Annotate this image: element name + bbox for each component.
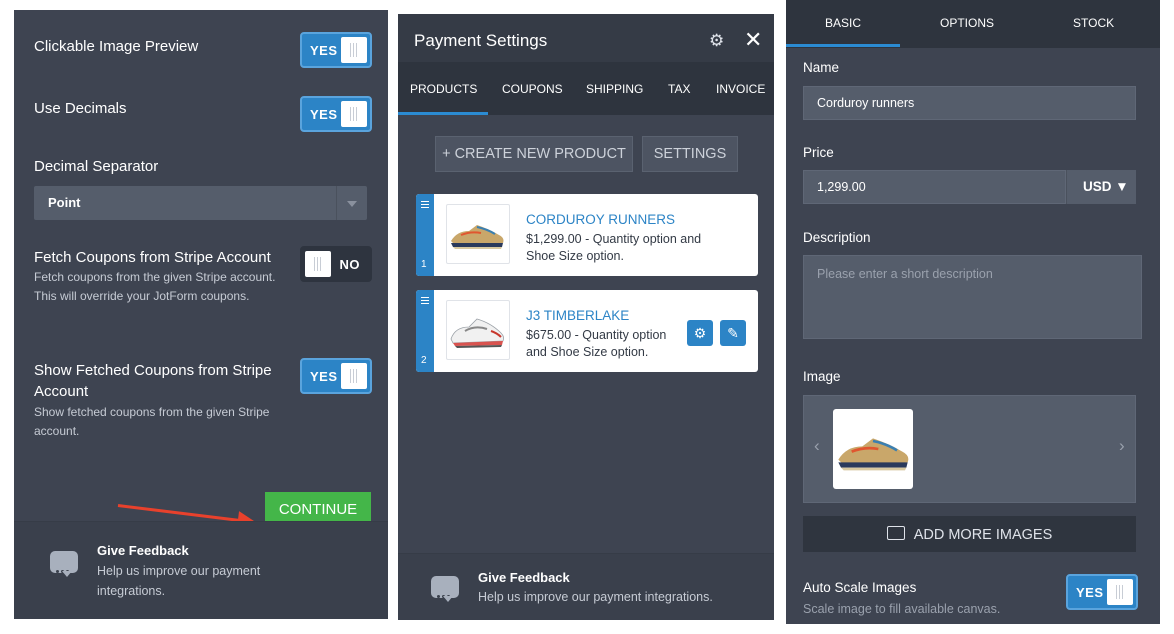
- decimal-separator-select[interactable]: Point: [34, 186, 367, 220]
- price-label: Price: [803, 145, 834, 160]
- feedback-text: Help us improve our payment integrations…: [478, 590, 713, 604]
- product-description: $1,299.00 - Quantity option and Shoe Siz…: [526, 232, 702, 263]
- chevron-right-icon[interactable]: ›: [1119, 436, 1125, 456]
- active-tab-indicator: [398, 112, 488, 115]
- show-fetched-coupons-label: Show Fetched Coupons from Stripe Account: [34, 362, 272, 400]
- description-label: Description: [803, 230, 871, 245]
- toggle-knob: [341, 37, 367, 63]
- chevron-left-icon[interactable]: ‹: [814, 436, 820, 456]
- add-more-images-label: ADD MORE IMAGES: [913, 526, 1053, 543]
- toggle-state-text: YES: [310, 107, 338, 122]
- product-name[interactable]: CORDUROY RUNNERS: [526, 212, 675, 227]
- product-thumbnail: [446, 300, 510, 360]
- auto-scale-toggle[interactable]: YES: [1066, 574, 1138, 610]
- panel-header: Payment Settings ⚙ ✕: [398, 14, 774, 62]
- description-textarea[interactable]: Please enter a short description: [803, 255, 1142, 339]
- drag-handle[interactable]: 1: [416, 194, 434, 276]
- feedback-text: Help us improve our payment integrations…: [97, 564, 261, 598]
- feedback-section[interactable]: Give Feedback Help us improve our paymen…: [14, 521, 388, 619]
- clickable-image-preview-toggle[interactable]: YES: [300, 32, 372, 68]
- tab-coupons[interactable]: COUPONS: [502, 82, 563, 96]
- sneaker-image: [451, 225, 504, 249]
- tab-options[interactable]: OPTIONS: [940, 16, 994, 30]
- annotation-arrow: [117, 504, 240, 522]
- sneaker-image: [450, 318, 505, 348]
- active-tab-indicator: [786, 44, 900, 47]
- drag-handle-icon: [421, 201, 429, 210]
- chevron-down-icon: [336, 186, 367, 220]
- tab-basic[interactable]: BASIC: [825, 16, 861, 30]
- products-panel: Payment Settings ⚙ ✕ PRODUCTS COUPONS SH…: [398, 14, 774, 620]
- feedback-section[interactable]: Give Feedback Help us improve our paymen…: [398, 553, 774, 620]
- tab-products[interactable]: PRODUCTS: [410, 82, 477, 96]
- product-card[interactable]: 2 J3 TIMBERLAKE $675.00 - Quantity optio…: [416, 290, 758, 372]
- toggle-state-text: YES: [1076, 585, 1104, 600]
- settings-button[interactable]: SETTINGS: [642, 136, 738, 172]
- price-input[interactable]: [803, 170, 1066, 204]
- gear-icon[interactable]: ⚙: [709, 31, 724, 51]
- decimal-separator-value: Point: [48, 195, 81, 210]
- tab-stock[interactable]: STOCK: [1073, 16, 1114, 30]
- currency-select[interactable]: USD ▼: [1066, 170, 1136, 204]
- add-more-images-button[interactable]: ADD MORE IMAGES: [803, 516, 1136, 552]
- show-fetched-coupons-toggle[interactable]: YES: [300, 358, 372, 394]
- feedback-title: Give Feedback: [97, 543, 189, 558]
- editor-tab-bar: BASIC OPTIONS STOCK: [786, 0, 1160, 48]
- tab-invoice[interactable]: INVOICE: [716, 82, 765, 96]
- product-editor-panel: BASIC OPTIONS STOCK Name Price USD ▼ Des…: [786, 0, 1160, 624]
- tab-shipping[interactable]: SHIPPING: [586, 82, 643, 96]
- image-carousel: ‹ ›: [803, 395, 1136, 503]
- fetch-coupons-toggle[interactable]: NO: [300, 246, 372, 282]
- auto-scale-description: Scale image to fill available canvas.: [803, 602, 1001, 616]
- use-decimals-label: Use Decimals: [34, 100, 127, 117]
- auto-scale-label: Auto Scale Images: [803, 580, 917, 595]
- toggle-knob: [341, 363, 367, 389]
- product-image-tile[interactable]: [833, 409, 913, 489]
- use-decimals-toggle[interactable]: YES: [300, 96, 372, 132]
- drag-handle[interactable]: 2: [416, 290, 434, 372]
- toggle-state-text: YES: [310, 369, 338, 384]
- product-settings-gear-icon[interactable]: ⚙: [687, 320, 713, 346]
- toggle-state-text: NO: [339, 257, 360, 272]
- product-index: 2: [421, 355, 427, 366]
- product-name[interactable]: J3 TIMBERLAKE: [526, 308, 629, 323]
- toggle-knob: [305, 251, 331, 277]
- name-label: Name: [803, 60, 840, 75]
- panel-title: Payment Settings: [414, 31, 548, 50]
- fetch-coupons-description: Fetch coupons from the given Stripe acco…: [34, 270, 276, 303]
- clickable-image-preview-label: Clickable Image Preview: [34, 38, 199, 55]
- chat-bubble-icon: [431, 576, 459, 602]
- name-input[interactable]: [803, 86, 1136, 120]
- chat-bubble-icon: [50, 551, 78, 577]
- product-index: 1: [421, 259, 427, 270]
- image-label: Image: [803, 369, 841, 384]
- product-card[interactable]: 1 CORDUROY RUNNERS $1,299.00 - Quantity …: [416, 194, 758, 276]
- fetch-coupons-label: Fetch Coupons from Stripe Account: [34, 249, 271, 266]
- toggle-knob: [1107, 579, 1133, 605]
- toggle-knob: [341, 101, 367, 127]
- drag-handle-icon: [421, 297, 429, 306]
- payment-settings-panel: Clickable Image Preview YES Use Decimals…: [14, 10, 388, 619]
- create-new-product-button[interactable]: + CREATE NEW PRODUCT: [435, 136, 633, 172]
- product-description: $675.00 - Quantity option and Shoe Size …: [526, 328, 667, 359]
- image-icon: [886, 525, 905, 540]
- tab-bar: PRODUCTS COUPONS SHIPPING TAX INVOICE: [398, 62, 774, 115]
- close-icon[interactable]: ✕: [744, 27, 762, 53]
- tab-tax[interactable]: TAX: [668, 82, 690, 96]
- toggle-state-text: YES: [310, 43, 338, 58]
- description-placeholder: Please enter a short description: [817, 267, 993, 281]
- sneaker-image: [838, 438, 909, 471]
- edit-pencil-icon[interactable]: ✎: [720, 320, 746, 346]
- product-thumbnail: [446, 204, 510, 264]
- decimal-separator-label: Decimal Separator: [34, 158, 159, 175]
- show-fetched-coupons-description: Show fetched coupons from the given Stri…: [34, 405, 270, 438]
- feedback-title: Give Feedback: [478, 570, 570, 585]
